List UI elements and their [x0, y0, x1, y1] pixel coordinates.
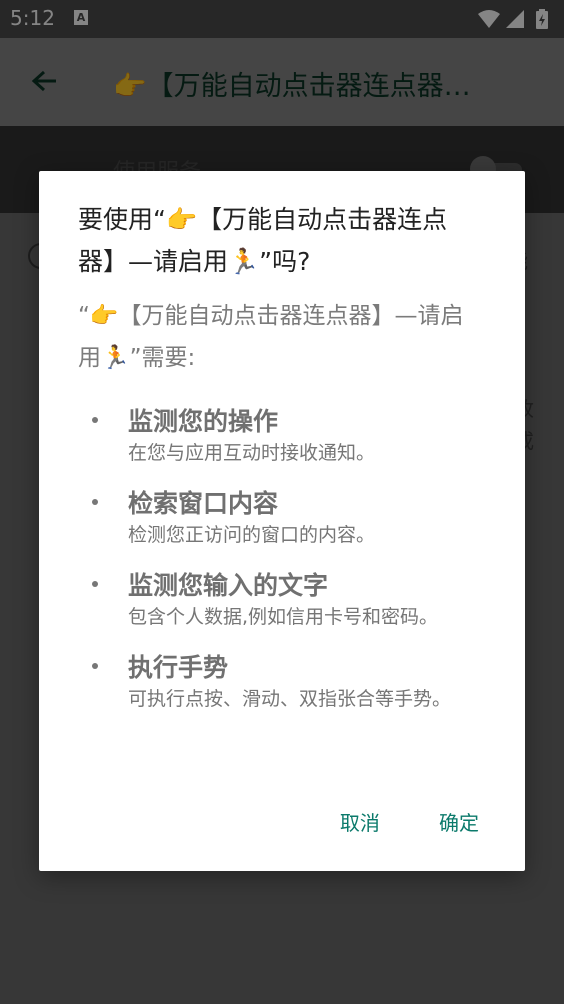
- cancel-button[interactable]: 取消: [340, 803, 380, 843]
- dialog-description: “👉【万能自动点击器连点器】—请启用🏃”需要:: [78, 303, 464, 371]
- permission-item: 监测您输入的文字 包含个人数据,例如信用卡号和密码。: [78, 571, 478, 633]
- permission-title: 检索窗口内容: [128, 489, 279, 518]
- bullet-icon: [92, 581, 98, 587]
- permission-desc: 包含个人数据,例如信用卡号和密码。: [128, 606, 439, 628]
- dialog-actions: 取消 确定: [286, 803, 479, 843]
- bullet-icon: [92, 663, 98, 669]
- ok-button[interactable]: 确定: [439, 803, 479, 843]
- permission-item: 检索窗口内容 检测您正访问的窗口的内容。: [78, 489, 478, 551]
- permission-desc: 在您与应用互动时接收通知。: [128, 442, 376, 464]
- permission-desc: 检测您正访问的窗口的内容。: [128, 524, 376, 546]
- permission-title: 监测您输入的文字: [128, 571, 329, 600]
- permission-title: 执行手势: [128, 653, 229, 682]
- permission-desc: 可执行点按、滑动、双指张合等手势。: [128, 688, 452, 710]
- permission-item: 监测您的操作 在您与应用互动时接收通知。: [78, 407, 478, 469]
- permission-title: 监测您的操作: [128, 407, 279, 436]
- bullet-icon: [92, 417, 98, 423]
- permission-list: 监测您的操作 在您与应用互动时接收通知。 检索窗口内容 检测您正访问的窗口的内容…: [78, 407, 478, 735]
- permission-item: 执行手势 可执行点按、滑动、双指张合等手势。: [78, 653, 478, 715]
- dialog-title: 要使用“👉【万能自动点击器连点器】—请启用🏃”吗?: [78, 205, 448, 276]
- bullet-icon: [92, 499, 98, 505]
- accessibility-permission-dialog: 要使用“👉【万能自动点击器连点器】—请启用🏃”吗? “👉【万能自动点击器连点器】…: [39, 171, 525, 871]
